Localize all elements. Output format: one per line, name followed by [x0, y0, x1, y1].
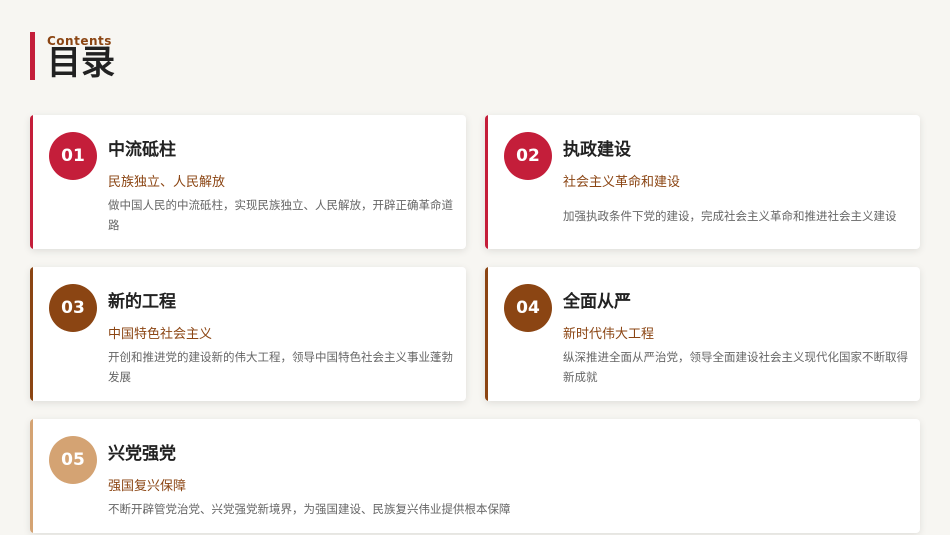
card-description: 开创和推进党的建设新的伟大工程，领导中国特色社会主义事业蓬勃发展: [108, 350, 453, 384]
card-title: 中流砥柱: [108, 140, 176, 160]
number-badge: 02: [504, 132, 552, 180]
number-badge: 01: [49, 132, 97, 180]
card-accent-bar: [30, 115, 33, 249]
card-description: 加强执政条件下党的建设，完成社会主义革命和推进社会主义建设: [563, 209, 897, 223]
card-accent-bar: [485, 267, 488, 401]
number-badge: 03: [49, 284, 97, 332]
card-accent-bar: [485, 115, 488, 249]
card-description: 做中国人民的中流砥柱，实现民族独立、人民解放，开辟正确革命道路: [108, 198, 453, 232]
card-title: 新的工程: [108, 292, 176, 312]
card-title: 兴党强党: [108, 444, 176, 464]
card-description: 不断开辟管党治党、兴党强党新境界，为强国建设、民族复兴伟业提供根本保障: [108, 502, 511, 516]
card-accent-bar: [30, 267, 33, 401]
card-subtitle: 强国复兴保障: [108, 479, 187, 494]
contents-card-01[interactable]: 01 中流砥柱 民族独立、人民解放 做中国人民的中流砥柱，实现民族独立、人民解放…: [30, 115, 466, 249]
contents-card-04[interactable]: 04 全面从严 新时代伟大工程 纵深推进全面从严治党，领导全面建设社会主义现代化…: [485, 267, 920, 401]
card-subtitle: 新时代伟大工程: [563, 327, 655, 342]
page-title: 目录: [47, 43, 115, 83]
number-badge: 04: [504, 284, 552, 332]
header-accent-bar: [30, 32, 35, 80]
card-description: 纵深推进全面从严治党，领导全面建设社会主义现代化国家不断取得新成就: [563, 350, 908, 384]
card-subtitle: 中国特色社会主义: [108, 327, 213, 342]
number-badge: 05: [49, 436, 97, 484]
contents-card-05[interactable]: 05 兴党强党 强国复兴保障 不断开辟管党治党、兴党强党新境界，为强国建设、民族…: [30, 419, 920, 533]
contents-card-02[interactable]: 02 执政建设 社会主义革命和建设 加强执政条件下党的建设，完成社会主义革命和推…: [485, 115, 920, 249]
card-title: 执政建设: [563, 140, 631, 160]
card-accent-bar: [30, 419, 33, 533]
contents-card-03[interactable]: 03 新的工程 中国特色社会主义 开创和推进党的建设新的伟大工程，领导中国特色社…: [30, 267, 466, 401]
card-title: 全面从严: [563, 292, 631, 312]
card-subtitle: 社会主义革命和建设: [563, 175, 681, 190]
card-subtitle: 民族独立、人民解放: [108, 175, 226, 190]
